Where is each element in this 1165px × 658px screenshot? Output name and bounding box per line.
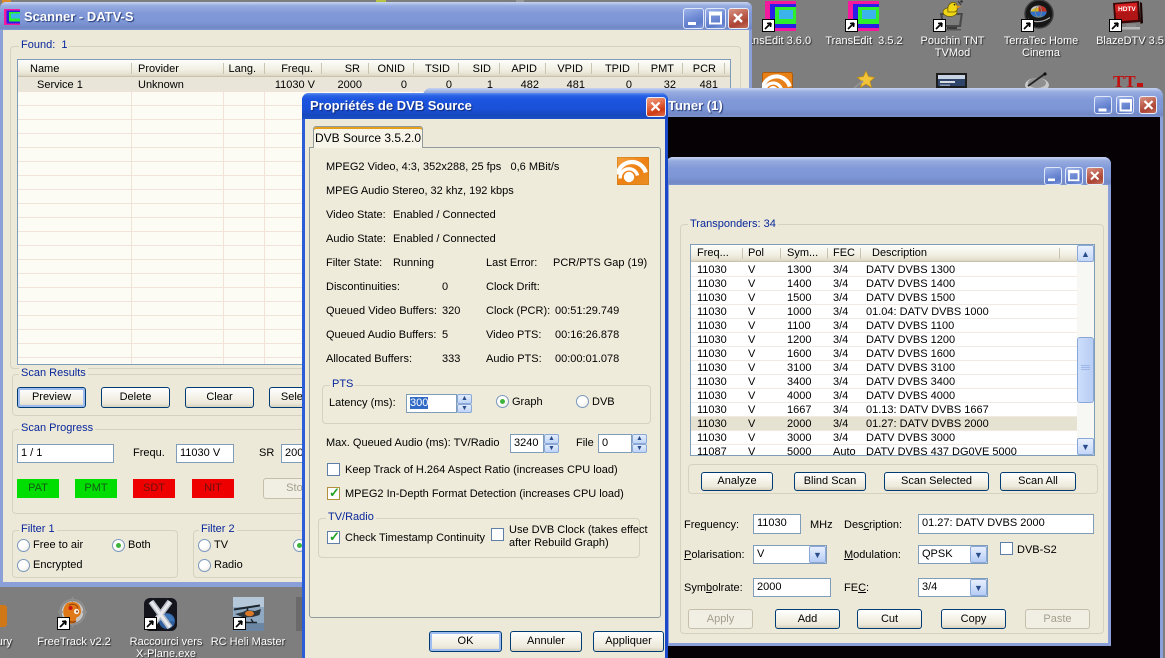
svg-text:TT: TT — [1113, 73, 1136, 88]
svg-text:HDTV: HDTV — [1118, 6, 1136, 13]
